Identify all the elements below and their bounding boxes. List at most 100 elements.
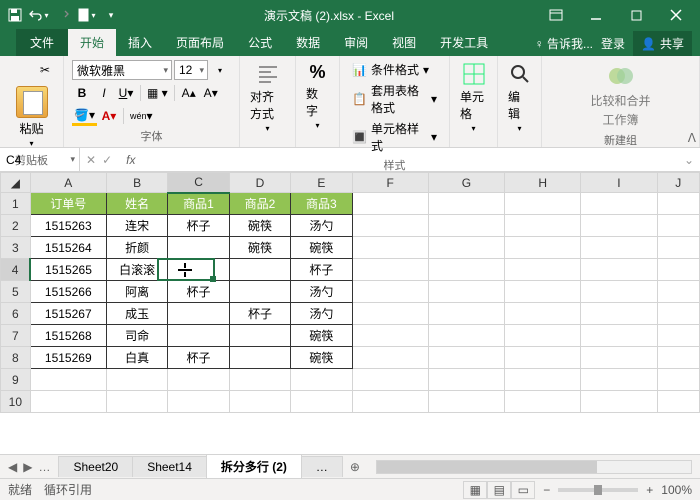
tab-formula[interactable]: 公式	[236, 29, 284, 56]
data-cell[interactable]: 汤勺	[291, 303, 352, 325]
data-cell[interactable]: 碗筷	[291, 325, 352, 347]
table-header[interactable]: 商品2	[229, 193, 290, 215]
increase-font-icon[interactable]: ▾	[210, 60, 230, 80]
share-button[interactable]: 👤共享	[633, 31, 692, 56]
zoom-slider[interactable]	[558, 488, 638, 492]
number-button[interactable]: % 数字▾	[304, 60, 331, 132]
data-cell[interactable]: 1515266	[30, 281, 106, 303]
close-icon[interactable]	[656, 0, 696, 30]
cell-style-button[interactable]: 🔳单元格样式▾	[348, 119, 441, 155]
tell-me[interactable]: ♀ 告诉我...	[535, 35, 593, 52]
row-header[interactable]: 10	[1, 391, 31, 413]
font-size-combo[interactable]: 12	[174, 60, 208, 80]
prev-sheet-icon[interactable]: ◀	[8, 460, 17, 474]
col-header[interactable]: H	[505, 173, 581, 193]
alignment-button[interactable]: 对齐方式▾	[248, 60, 287, 135]
data-cell[interactable]: 司命	[106, 325, 167, 347]
normal-view-icon[interactable]: ▦	[463, 481, 487, 499]
editing-button[interactable]: 编辑▾	[506, 60, 533, 135]
data-cell[interactable]: 1515264	[30, 237, 106, 259]
login-link[interactable]: 登录	[601, 35, 625, 52]
underline-icon[interactable]: U ▾	[116, 83, 136, 103]
compare-merge-button[interactable]: 比较和合并 工作簿	[550, 60, 691, 130]
data-cell[interactable]: 1515265	[30, 259, 106, 281]
expand-formula-icon[interactable]: ⌄	[678, 153, 700, 167]
table-header[interactable]: 商品1	[168, 193, 229, 215]
data-cell[interactable]: 汤勺	[291, 215, 352, 237]
col-header[interactable]: B	[106, 173, 167, 193]
row-header[interactable]: 3	[1, 237, 31, 259]
row-header[interactable]: 4	[1, 259, 31, 281]
col-header[interactable]: F	[352, 173, 428, 193]
data-cell[interactable]	[229, 347, 290, 369]
row-header[interactable]: 9	[1, 369, 31, 391]
paste-button[interactable]: 粘贴 ▾	[14, 84, 50, 150]
table-header[interactable]: 订单号	[30, 193, 106, 215]
redo-icon[interactable]	[52, 4, 74, 26]
data-cell[interactable]: 碗筷	[291, 347, 352, 369]
data-cell[interactable]	[168, 237, 229, 259]
col-header[interactable]: D	[229, 173, 290, 193]
row-header[interactable]: 2	[1, 215, 31, 237]
tab-home[interactable]: 开始	[68, 29, 116, 56]
fx-icon[interactable]: fx	[118, 153, 143, 167]
data-cell[interactable]: 汤勺	[291, 281, 352, 303]
font-color-icon[interactable]: A▾	[99, 106, 119, 126]
data-cell[interactable]: 白真	[106, 347, 167, 369]
data-cell[interactable]: 碗筷	[229, 215, 290, 237]
new-icon[interactable]: ▾	[76, 4, 98, 26]
cut-icon[interactable]: ✂	[35, 60, 55, 80]
data-cell[interactable]: 白滚滚	[106, 259, 167, 281]
data-cell[interactable]: 1515268	[30, 325, 106, 347]
bold-icon[interactable]: B	[72, 83, 92, 103]
row-header[interactable]: 6	[1, 303, 31, 325]
zoom-in-icon[interactable]: +	[646, 483, 653, 497]
col-header[interactable]: G	[428, 173, 504, 193]
data-cell[interactable]: 折颜	[106, 237, 167, 259]
tab-data[interactable]: 数据	[284, 29, 332, 56]
add-sheet-icon[interactable]: ⊕	[342, 460, 368, 474]
zoom-level[interactable]: 100%	[661, 483, 692, 497]
row-header[interactable]: 1	[1, 193, 31, 215]
grow-font-icon[interactable]: A▴	[179, 83, 199, 103]
pagebreak-view-icon[interactable]: ▭	[511, 481, 535, 499]
data-cell[interactable]: 阿离	[106, 281, 167, 303]
minimize-icon[interactable]	[576, 0, 616, 30]
collapse-ribbon-icon[interactable]: ᐱ	[688, 131, 696, 145]
tab-dev[interactable]: 开发工具	[428, 29, 500, 56]
data-cell[interactable]: 碗筷	[291, 237, 352, 259]
data-cell[interactable]: 连宋	[106, 215, 167, 237]
row-header[interactable]: 8	[1, 347, 31, 369]
data-cell[interactable]	[168, 303, 229, 325]
tab-insert[interactable]: 插入	[116, 29, 164, 56]
table-header[interactable]: 姓名	[106, 193, 167, 215]
cancel-formula-icon[interactable]: ✕	[86, 153, 96, 167]
shrink-font-icon[interactable]: A▾	[201, 83, 221, 103]
phonetic-icon[interactable]: wén▾	[128, 106, 155, 126]
row-header[interactable]: 5	[1, 281, 31, 303]
border-icon[interactable]: ▦ ▾	[145, 83, 170, 103]
data-cell[interactable]: 1515269	[30, 347, 106, 369]
col-header[interactable]: E	[291, 173, 352, 193]
tab-review[interactable]: 审阅	[332, 29, 380, 56]
data-cell[interactable]	[168, 325, 229, 347]
next-sheet-icon[interactable]: ▶	[23, 460, 32, 474]
italic-icon[interactable]: I	[94, 83, 114, 103]
ribbon-mode-icon[interactable]	[536, 0, 576, 30]
name-box[interactable]: C4	[0, 148, 80, 171]
maximize-icon[interactable]	[616, 0, 656, 30]
format-table-button[interactable]: 📋套用表格格式▾	[348, 81, 441, 117]
sheet-tab[interactable]: 拆分多行 (2)	[206, 454, 302, 480]
qat-customize-icon[interactable]: ▾	[100, 4, 122, 26]
data-cell[interactable]: 成玉	[106, 303, 167, 325]
col-header[interactable]: J	[657, 173, 699, 193]
conditional-format-button[interactable]: 📊条件格式▾	[348, 60, 441, 79]
sheet-tab[interactable]: Sheet20	[58, 456, 133, 477]
sheet-list-icon[interactable]: …	[38, 460, 50, 474]
data-cell[interactable]: 杯子	[291, 259, 352, 281]
enter-formula-icon[interactable]: ✓	[102, 153, 112, 167]
data-cell[interactable]	[168, 259, 229, 281]
data-cell[interactable]: 杯子	[168, 281, 229, 303]
col-header[interactable]: I	[581, 173, 657, 193]
sheet-tab[interactable]: Sheet14	[132, 456, 207, 477]
